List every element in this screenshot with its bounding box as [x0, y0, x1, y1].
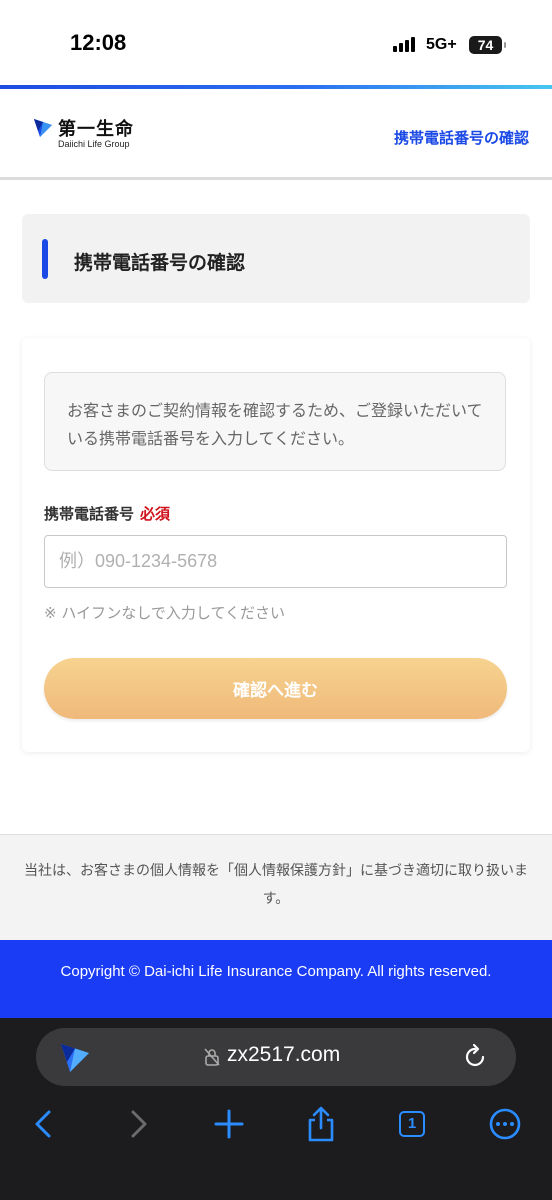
page-title: 携帯電話番号の確認 [74, 252, 246, 274]
phone-field-label: 携帯電話番号 必須 [44, 503, 170, 524]
notice-text: お客さまのご契約情報を確認するため、ご登録いただいている携帯電話番号を入力してく… [67, 401, 483, 448]
title-accent-bar [42, 239, 48, 279]
copyright-bar: Copyright © Dai-ichi Life Insurance Comp… [0, 940, 552, 1018]
new-tab-icon[interactable] [209, 1104, 249, 1144]
form-card: お客さまのご契約情報を確認するため、ご登録いただいている携帯電話番号を入力してく… [22, 338, 530, 752]
privacy-note: 当社は、お客さまの個人情報を「個人情報保護方針」に基づき適切に取り扱います。 [0, 834, 552, 940]
signal-icon [393, 36, 421, 52]
share-icon[interactable] [301, 1104, 341, 1144]
address-bar[interactable]: zx2517.com [36, 1028, 516, 1086]
notice-box: お客さまのご契約情報を確認するため、ご登録いただいている携帯電話番号を入力してく… [44, 372, 506, 471]
logo-text-en: Daiichi Life Group [58, 139, 130, 149]
phone-hint: ※ ハイフンなしで入力してください [44, 604, 285, 622]
more-icon[interactable] [485, 1104, 525, 1144]
reload-icon[interactable] [462, 1043, 488, 1071]
logo-text-jp: 第一生命 [58, 119, 134, 140]
daiichi-logo-icon [34, 119, 52, 137]
network-label: 5G+ [426, 36, 457, 53]
lock-icon [204, 1048, 220, 1066]
page-title-box: 携帯電話番号の確認 [22, 214, 530, 303]
browser-toolbar: zx2517.com 1 [0, 1018, 552, 1200]
privacy-note-text: 当社は、お客さまの個人情報を「個人情報保護方針」に基づき適切に取り扱います。 [24, 863, 528, 907]
status-bar: 12:08 5G+ 74 [0, 0, 552, 86]
submit-button[interactable]: 確認へ進む [44, 658, 507, 719]
url-text: zx2517.com [227, 1043, 341, 1066]
copyright-text: Copyright © Dai-ichi Life Insurance Comp… [60, 963, 492, 980]
tab-count: 1 [399, 1111, 425, 1137]
tabs-icon[interactable]: 1 [393, 1104, 433, 1144]
required-badge: 必須 [140, 505, 171, 523]
site-favicon-icon [61, 1044, 89, 1072]
phone-label-text: 携帯電話番号 [44, 505, 135, 523]
site-header: 第一生命 Daiichi Life Group 携帯電話番号の確認 [0, 89, 552, 180]
forward-icon[interactable] [118, 1104, 158, 1144]
status-time: 12:08 [70, 30, 127, 55]
header-page-link[interactable]: 携帯電話番号の確認 [394, 127, 529, 148]
battery-icon: 74 [469, 36, 506, 54]
phone-input[interactable] [44, 535, 507, 588]
battery-level: 74 [477, 37, 494, 53]
back-icon[interactable] [24, 1104, 64, 1144]
